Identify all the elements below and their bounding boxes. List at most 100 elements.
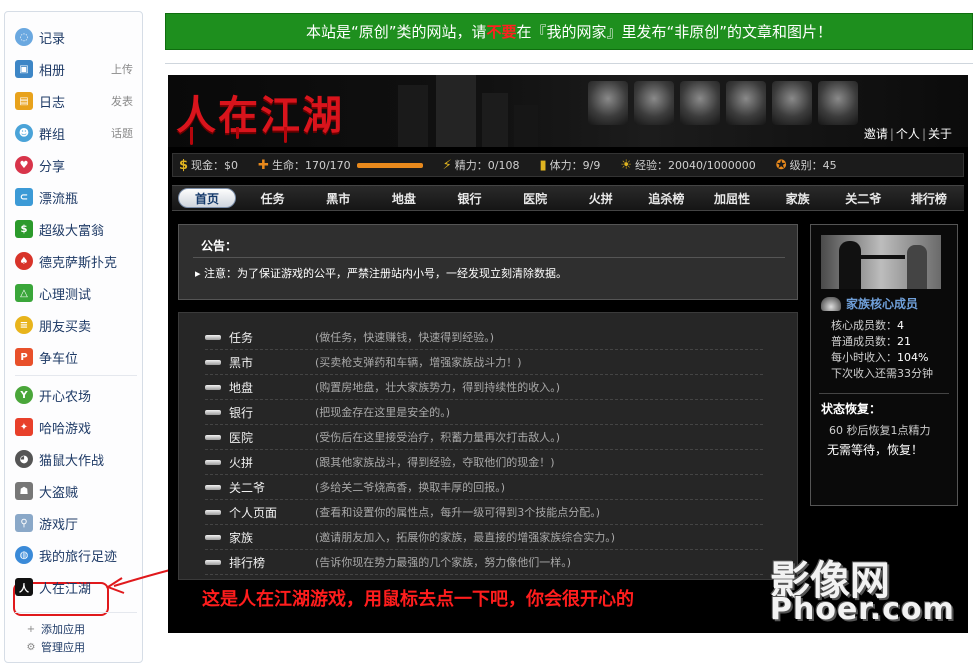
- sidebar-divider: [15, 375, 137, 376]
- menu-item-name: 家族: [229, 530, 254, 545]
- sidebar-item-farm[interactable]: Y 开心农场: [15, 383, 137, 407]
- sidebar-item-diary[interactable]: ▤ 日志 发表: [15, 89, 137, 113]
- sidebar-item-friend-trade[interactable]: ≡ 朋友买卖: [15, 313, 137, 337]
- parking-icon: P: [15, 348, 33, 366]
- cash-stat: $ 现金：$0: [173, 157, 238, 173]
- topic-link[interactable]: 话题: [111, 125, 133, 141]
- nav-tasks[interactable]: 任务: [244, 190, 302, 207]
- sidebar-item-haha-game[interactable]: ✦ 哈哈游戏: [15, 415, 137, 439]
- portrait-icon: [818, 81, 858, 125]
- city-skyline-icon: [398, 75, 538, 147]
- menu-item-guan-erye[interactable]: 关二爷 (多给关二爷烧高香，换取丰厚的回报。): [205, 475, 763, 500]
- level-stat: ✪ 级别：45: [770, 157, 837, 173]
- invite-link[interactable]: 邀请: [864, 127, 888, 141]
- sidebar-item-record[interactable]: ◌ 记录: [15, 25, 137, 49]
- add-app-link[interactable]: + 添加应用: [25, 621, 85, 637]
- sidebar-item-label: 哈哈游戏: [39, 421, 92, 437]
- nav-fight[interactable]: 火拼: [572, 190, 630, 207]
- life-bar: [356, 162, 423, 168]
- nav-ranking[interactable]: 排行榜: [900, 190, 958, 207]
- menu-item-desc: (购置房地盘，壮大家族势力，得到持续性的收入。): [315, 381, 561, 394]
- bullet-icon: [205, 459, 221, 465]
- game-logo[interactable]: 人在江湖: [176, 83, 344, 141]
- diary-icon: ▤: [15, 92, 33, 110]
- sidebar-item-label: 争车位: [39, 351, 79, 367]
- sidebar-item-cat-mouse[interactable]: ◕ 猫鼠大作战: [15, 447, 137, 471]
- menu-item-name: 银行: [229, 405, 254, 420]
- lightbulb-icon: ☀: [620, 157, 633, 173]
- menu-item-desc: (买卖枪支弹药和车辆，增强家族战斗力！): [315, 356, 522, 369]
- divider: [165, 63, 973, 64]
- menu-item-desc: (把现金存在这里是安全的。): [315, 406, 451, 419]
- menu-item-black-market[interactable]: 黑市 (买卖枪支弹药和车辆，增强家族战斗力！): [205, 350, 763, 375]
- bullet-icon: [205, 409, 221, 415]
- upload-link[interactable]: 上传: [111, 61, 133, 77]
- nav-hitlist[interactable]: 追杀榜: [637, 190, 695, 207]
- cash-value: 现金：$0: [191, 159, 239, 172]
- nav-attributes[interactable]: 加屈性: [703, 190, 761, 207]
- blood-drip: [190, 127, 193, 145]
- instant-recover-link[interactable]: 无需等待，恢复！: [827, 441, 923, 458]
- portrait-icon: [588, 81, 628, 125]
- sidebar-item-monopoly[interactable]: $ 超级大富翁: [15, 217, 137, 241]
- menu-item-profile[interactable]: 个人页面 (查看和设置你的属性点，每升一级可得到3个技能点分配。): [205, 500, 763, 525]
- menu-item-desc: (跟其他家族战斗，得到经验，夺取他们的现金！): [315, 456, 555, 469]
- sidebar-item-label: 大盗贼: [39, 485, 79, 501]
- core-members-value: 4: [897, 319, 904, 332]
- core-members-label: 核心成员数：: [831, 319, 897, 332]
- manage-app-link[interactable]: ⚙ 管理应用: [25, 639, 85, 655]
- game-header: 人在江湖 邀请 | 个人 | 关于: [168, 75, 968, 147]
- game-icon: ✦: [15, 418, 33, 436]
- about-link[interactable]: 关于: [928, 127, 952, 141]
- nav-home[interactable]: 首页: [178, 188, 236, 208]
- bullet-icon: [205, 534, 221, 540]
- level-value: 级别：45: [789, 159, 837, 172]
- next-income-row: 下次收入还需33分钟: [831, 365, 933, 381]
- notice-banner: 本站是“原创”类的网站，请 不要 在『我的网家』里发布“非原创”的文章和图片！: [165, 13, 973, 50]
- sidebar-item-share[interactable]: ♥ 分享: [15, 153, 137, 177]
- game-nav: 首页 任务 黑市 地盘 银行 医院 火拼 追杀榜 加屈性 家族 关二爷 排行榜: [172, 185, 964, 211]
- coins-icon: ≡: [15, 316, 33, 334]
- bottle-icon: ⊂: [15, 188, 33, 206]
- sidebar-item-album[interactable]: ▣ 相册 上传: [15, 57, 137, 81]
- sidebar-item-label: 记录: [39, 31, 66, 47]
- menu-item-fight[interactable]: 火拼 (跟其他家族战斗，得到经验，夺取他们的现金！): [205, 450, 763, 475]
- menu-item-desc: (做任务，快速赚钱，快速得到经验。): [315, 331, 495, 344]
- sidebar-item-label: 日志: [39, 95, 66, 111]
- menu-item-territory[interactable]: 地盘 (购置房地盘，壮大家族势力，得到持续性的收入。): [205, 375, 763, 400]
- sidebar-item-travel[interactable]: ◍ 我的旅行足迹: [15, 543, 137, 567]
- sidebar-item-label: 游戏厅: [39, 517, 79, 533]
- menu-item-hospital[interactable]: 医院 (受伤后在这里接受治疗，积蓄力量再次打击敌人。): [205, 425, 763, 450]
- menu-item-tasks[interactable]: 任务 (做任务，快速赚钱，快速得到经验。): [205, 325, 763, 350]
- header-links: 邀请 | 个人 | 关于: [863, 127, 952, 141]
- nav-black-market[interactable]: 黑市: [309, 190, 367, 207]
- nav-hospital[interactable]: 医院: [506, 190, 564, 207]
- sidebar-item-parking[interactable]: P 争车位: [15, 345, 137, 369]
- menu-item-ranking[interactable]: 排行榜 (告诉你现在势力最强的几个家族，努力像他们一样。): [205, 550, 763, 575]
- sidebar-item-arcade[interactable]: ⚲ 游戏厅: [15, 511, 137, 535]
- menu-item-name: 关二爷: [229, 480, 266, 495]
- publish-link[interactable]: 发表: [111, 93, 133, 109]
- exp-value: 经验：20040/1000000: [635, 159, 756, 172]
- menu-item-family[interactable]: 家族 (邀请朋友加入，拓展你的家族，最直接的增强家族综合实力。): [205, 525, 763, 550]
- stamina-stat: ▮ 体力：9/9: [534, 157, 601, 173]
- sidebar-item-group[interactable]: ☻ 群组 话题: [15, 121, 137, 145]
- blood-drip: [236, 127, 239, 139]
- nav-bank[interactable]: 银行: [441, 190, 499, 207]
- sidebar-item-poker[interactable]: ♠ 德克萨斯扑克: [15, 249, 137, 273]
- poker-icon: ♠: [15, 252, 33, 270]
- group-icon: ☻: [15, 124, 33, 142]
- sidebar-item-label: 人在江湖: [39, 581, 92, 597]
- battery-icon: ▮: [539, 157, 547, 173]
- annotation-caption: 这是人在江湖游戏，用鼠标去点一下吧，你会很开心的: [202, 589, 634, 610]
- nav-territory[interactable]: 地盘: [375, 190, 433, 207]
- profile-link[interactable]: 个人: [896, 127, 920, 141]
- jianghu-icon: 人: [15, 578, 33, 596]
- nav-family[interactable]: 家族: [769, 190, 827, 207]
- menu-item-bank[interactable]: 银行 (把现金存在这里是安全的。): [205, 400, 763, 425]
- stamina-value: 体力：9/9: [549, 159, 601, 172]
- nav-guan-erye[interactable]: 关二爷: [834, 190, 892, 207]
- sidebar-item-thief[interactable]: ☗ 大盗贼: [15, 479, 137, 503]
- sidebar-item-psych-test[interactable]: △ 心理测试: [15, 281, 137, 305]
- sidebar-item-bottle[interactable]: ⊂ 漂流瓶: [15, 185, 137, 209]
